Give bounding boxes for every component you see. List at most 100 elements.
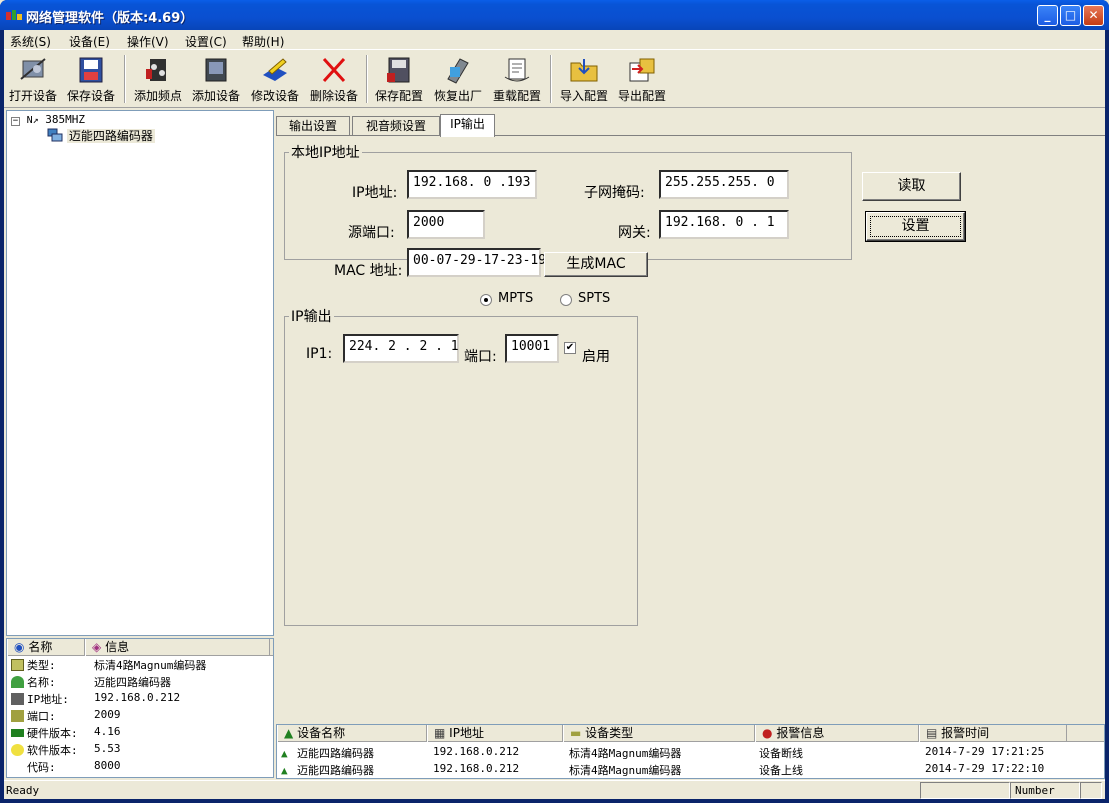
time-col-icon: ▤ — [926, 726, 938, 740]
ip-label: IP地址: — [352, 185, 398, 201]
alarm-col-ip[interactable]: ▦ IP地址 — [427, 725, 563, 742]
device-name-col-icon: ▲ — [284, 726, 294, 740]
alarm-col-info[interactable]: ● 报警信息 — [755, 725, 919, 742]
read-button[interactable]: 读取 — [862, 172, 961, 201]
hardware-icon — [11, 729, 24, 737]
enable-checkbox[interactable]: ✔ — [564, 342, 576, 354]
title-bar[interactable]: 网络管理软件（版本:4.69） _ □ ✕ — [0, 0, 1109, 30]
output-port-field[interactable]: 10001 — [505, 334, 559, 363]
subnet-mask-field[interactable]: 255.255.255. 0 — [659, 170, 789, 199]
import-config-button[interactable]: 导入配置 — [555, 55, 613, 107]
alarm-col-device[interactable]: ▲ 设备名称 — [277, 725, 427, 742]
status-text: Ready — [6, 784, 40, 797]
name-icon — [11, 676, 24, 688]
tab-av-settings[interactable]: 视音频设置 — [352, 116, 440, 136]
network-icon: N↗ — [26, 115, 39, 126]
info-row-hardware: 硬件版本: 4.16 — [9, 725, 271, 742]
minimize-button[interactable]: _ — [1037, 5, 1058, 26]
port-icon — [11, 710, 24, 722]
info-row-type: 类型: 标清4路Magnum编码器 — [9, 657, 271, 674]
toolbar-separator — [366, 55, 368, 103]
close-button[interactable]: ✕ — [1083, 5, 1104, 26]
menu-operation[interactable]: 操作(V) — [127, 33, 169, 50]
tree-root[interactable]: − N↗ 385MHZ — [11, 113, 85, 126]
output-port-label: 端口: — [464, 349, 497, 365]
spts-label[interactable]: SPTS — [578, 291, 610, 306]
menu-help[interactable]: 帮助(H) — [242, 33, 284, 50]
toolbar: 打开设备 保存设备 添加频点 添加设备 修改设备 删除设备 保存配置 恢复出厂 … — [4, 51, 1105, 108]
export-config-button[interactable]: 导出配置 — [613, 55, 671, 107]
subnet-mask-label: 子网掩码: — [584, 185, 645, 201]
reload-config-icon — [504, 58, 530, 82]
status-bar: Ready Number — [4, 780, 1105, 799]
open-device-icon — [20, 58, 46, 80]
local-ip-legend: 本地IP地址 — [291, 145, 360, 161]
delete-icon — [322, 57, 346, 83]
ip1-field[interactable]: 224. 2 . 2 . 1 — [343, 334, 459, 363]
mpts-label[interactable]: MPTS — [498, 291, 533, 306]
ip-address-field[interactable]: 192.168. 0 .193 — [407, 170, 537, 199]
save-config-icon — [387, 57, 410, 83]
open-device-button[interactable]: 打开设备 — [4, 55, 62, 107]
add-frequency-icon — [146, 59, 166, 81]
tab-strip: 输出设置 视音频设置 IP输出 — [276, 114, 1105, 137]
main-pane: 输出设置 视音频设置 IP输出 本地IP地址 IP地址: 192.168. 0 … — [276, 110, 1105, 722]
source-port-field[interactable]: 2000 — [407, 210, 485, 239]
spts-radio[interactable] — [560, 294, 572, 306]
alarm-col-time[interactable]: ▤ 报警时间 — [919, 725, 1067, 742]
menu-settings[interactable]: 设置(C) — [185, 33, 227, 50]
status-number: Number — [1010, 782, 1080, 799]
ip1-label: IP1: — [306, 346, 333, 362]
restore-factory-icon — [447, 58, 469, 84]
device-tree[interactable]: − N↗ 385MHZ 迈能四路编码器 — [6, 110, 274, 636]
resize-grip[interactable] — [1080, 782, 1102, 799]
ip-icon — [11, 693, 24, 705]
status-cell-empty — [920, 782, 1010, 799]
info-col-name[interactable]: ◉ 名称 — [7, 639, 85, 656]
tree-item-label: 迈能四路编码器 — [66, 129, 155, 143]
save-device-button[interactable]: 保存设备 — [62, 55, 120, 107]
mac-address-field[interactable]: 00-07-29-17-23-19 — [407, 248, 546, 277]
toolbar-separator — [124, 55, 126, 103]
add-device-button[interactable]: 添加设备 — [187, 55, 245, 107]
generate-mac-button[interactable]: 生成MAC — [544, 252, 648, 277]
export-config-icon — [629, 58, 655, 82]
gateway-field[interactable]: 192.168. 0 . 1 — [659, 210, 789, 239]
device-info-list: ◉ 名称 ◈ 信息 类型: 标清4路Magnum编码器 名称: 迈能四路编码器 IP… — [6, 638, 274, 778]
restore-factory-button[interactable]: 恢复出厂 — [429, 55, 487, 107]
edit-device-icon — [263, 58, 287, 81]
info-row-code: 代码: 8000 — [27, 759, 121, 774]
collapse-icon[interactable]: − — [11, 117, 20, 126]
client-area: 系统(S) 设备(E) 操作(V) 设置(C) 帮助(H) 打开设备 保存设备 … — [4, 30, 1105, 799]
ip-col-icon: ▦ — [434, 726, 446, 740]
tab-ip-output[interactable]: IP输出 — [440, 114, 495, 137]
tab-output-settings[interactable]: 输出设置 — [276, 116, 350, 136]
edit-device-button[interactable]: 修改设备 — [246, 55, 304, 107]
save-config-button[interactable]: 保存配置 — [370, 55, 428, 107]
info-row-ip: IP地址: 192.168.0.212 — [9, 691, 271, 708]
delete-device-button[interactable]: 删除设备 — [305, 55, 363, 107]
info-col-info[interactable]: ◈ 信息 — [85, 639, 270, 656]
add-device-icon — [205, 58, 227, 82]
menu-bar: 系统(S) 设备(E) 操作(V) 设置(C) 帮助(H) — [4, 30, 1105, 50]
alarm-row[interactable]: ▲ 迈能四路编码器 192.168.0.212 标清4路Magnum编码器 设备… — [277, 743, 1106, 760]
mpts-radio[interactable] — [480, 294, 492, 306]
info-row-port: 端口: 2009 — [9, 708, 271, 725]
alarm-list[interactable]: ▲ 设备名称 ▦ IP地址 ▬ 设备类型 ● 报警信息 ▤ 报警时间 ▲ 迈能四… — [276, 724, 1105, 779]
menu-device[interactable]: 设备(E) — [69, 33, 110, 50]
tree-item-encoder[interactable]: 迈能四路编码器 — [47, 127, 155, 144]
maximize-button[interactable]: □ — [1060, 5, 1081, 26]
mac-label: MAC 地址: — [334, 263, 403, 279]
alarm-col-type[interactable]: ▬ 设备类型 — [563, 725, 755, 742]
alarm-header: ▲ 设备名称 ▦ IP地址 ▬ 设备类型 ● 报警信息 ▤ 报警时间 — [277, 725, 1104, 742]
info-header: ◉ 名称 ◈ 信息 — [7, 639, 273, 656]
type-col-icon: ▬ — [570, 726, 582, 740]
set-button[interactable]: 设置 — [865, 211, 966, 242]
menu-system[interactable]: 系统(S) — [10, 33, 51, 50]
save-device-icon — [79, 57, 103, 83]
alarm-row[interactable]: ▲ 迈能四路编码器 192.168.0.212 标清4路Magnum编码器 设备… — [277, 760, 1106, 777]
enable-label[interactable]: 启用 — [582, 346, 610, 366]
add-frequency-button[interactable]: 添加频点 — [129, 55, 187, 107]
reload-config-button[interactable]: 重载配置 — [488, 55, 546, 107]
tree-root-label: 385MHZ — [45, 113, 86, 126]
